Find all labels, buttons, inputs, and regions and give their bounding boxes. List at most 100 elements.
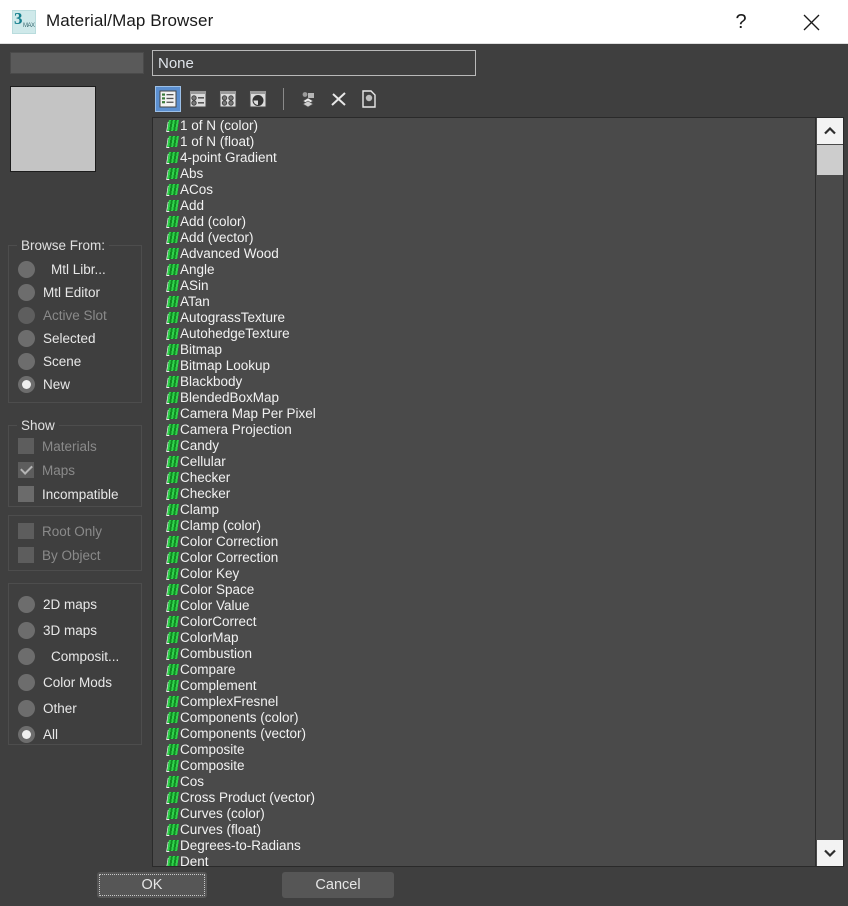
list-item[interactable]: 4-point Gradient xyxy=(153,150,815,166)
list-item[interactable]: Components (color) xyxy=(153,710,815,726)
list-item[interactable]: ACos xyxy=(153,182,815,198)
update-scene-materials-icon[interactable] xyxy=(296,86,322,112)
map-swatch-icon xyxy=(166,424,179,436)
ok-button[interactable]: OK xyxy=(97,872,207,898)
small-icons-view-icon[interactable] xyxy=(215,86,241,112)
list-item-label: Clamp xyxy=(180,502,220,517)
radio-color-mods[interactable]: Color Mods xyxy=(18,671,112,693)
large-icons-view-icon[interactable] xyxy=(245,86,271,112)
list-item[interactable]: Angle xyxy=(153,262,815,278)
list-item[interactable]: Degrees-to-Radians xyxy=(153,838,815,854)
list-item[interactable]: Checker xyxy=(153,470,815,486)
list-item[interactable]: Combustion xyxy=(153,646,815,662)
radio-mtl-editor[interactable]: Mtl Editor xyxy=(18,281,100,303)
list-item[interactable]: Cross Product (vector) xyxy=(153,790,815,806)
list-item[interactable]: Composite xyxy=(153,758,815,774)
list-item[interactable]: Complement xyxy=(153,678,815,694)
list-item[interactable]: Curves (float) xyxy=(153,822,815,838)
filter-input[interactable] xyxy=(10,52,144,74)
option-label: Other xyxy=(43,700,77,716)
checkbox-incompatible[interactable]: Incompatible xyxy=(18,483,119,505)
map-swatch-icon xyxy=(166,152,179,164)
list-item[interactable]: Add xyxy=(153,198,815,214)
list-item[interactable]: Dent xyxy=(153,854,815,866)
list-item[interactable]: Cellular xyxy=(153,454,815,470)
list-item[interactable]: Abs xyxy=(153,166,815,182)
list-item[interactable]: Blackbody xyxy=(153,374,815,390)
option-label: Selected xyxy=(43,330,96,346)
list-item[interactable]: Checker xyxy=(153,486,815,502)
list-item[interactable]: Components (vector) xyxy=(153,726,815,742)
list-item[interactable]: Compare xyxy=(153,662,815,678)
scroll-up-button[interactable] xyxy=(817,118,843,144)
radio-other[interactable]: Other xyxy=(18,697,77,719)
list-item[interactable]: Candy xyxy=(153,438,815,454)
list-item[interactable]: ColorMap xyxy=(153,630,815,646)
list-item[interactable]: AutograssTexture xyxy=(153,310,815,326)
help-button[interactable]: ? xyxy=(718,0,764,44)
vertical-scrollbar[interactable] xyxy=(815,118,843,866)
radio-mtl-library[interactable]: Mtl Libr... xyxy=(18,258,106,280)
list-item[interactable]: Clamp xyxy=(153,502,815,518)
map-swatch-icon xyxy=(166,296,179,308)
map-swatch-icon xyxy=(166,584,179,596)
material-preview-swatch[interactable] xyxy=(10,86,96,172)
list-item-label: Color Correction xyxy=(180,550,279,565)
list-item[interactable]: Composite xyxy=(153,742,815,758)
option-label: All xyxy=(43,726,59,742)
checkbox-maps: Maps xyxy=(18,459,75,481)
radio-indicator xyxy=(18,595,35,613)
list-item[interactable]: Color Correction xyxy=(153,534,815,550)
map-swatch-icon xyxy=(166,184,179,196)
list-item[interactable]: Cos xyxy=(153,774,815,790)
list-item[interactable]: BlendedBoxMap xyxy=(153,390,815,406)
list-item[interactable]: Color Correction xyxy=(153,550,815,566)
list-item[interactable]: Bitmap xyxy=(153,342,815,358)
list-item[interactable]: ASin xyxy=(153,278,815,294)
show-group: Show Materials Maps Incompatible xyxy=(8,418,142,507)
list-with-icons-view-icon[interactable] xyxy=(185,86,211,112)
list-item[interactable]: Add (vector) xyxy=(153,230,815,246)
list-item[interactable]: Color Space xyxy=(153,582,815,598)
radio-indicator xyxy=(18,283,35,301)
map-swatch-icon xyxy=(166,264,179,276)
option-label: Materials xyxy=(42,438,97,454)
map-list[interactable]: 1 of N (color) 1 of N (float) 4-point Grad… xyxy=(153,118,815,866)
radio-2d-maps[interactable]: 2D maps xyxy=(18,593,97,615)
list-item[interactable]: 1 of N (color) xyxy=(153,118,815,134)
list-item[interactable]: Color Key xyxy=(153,566,815,582)
list-item[interactable]: ComplexFresnel xyxy=(153,694,815,710)
list-item[interactable]: ATan xyxy=(153,294,815,310)
list-item-label: Compare xyxy=(180,662,236,677)
list-item-label: Cross Product (vector) xyxy=(180,790,316,805)
radio-compositors[interactable]: Composit... xyxy=(18,645,119,667)
checkbox-materials: Materials xyxy=(18,435,97,457)
scrollbar-thumb[interactable] xyxy=(817,145,843,175)
close-button[interactable] xyxy=(788,0,834,44)
list-item-label: Add (vector) xyxy=(180,230,254,245)
map-swatch-icon xyxy=(166,648,179,660)
radio-scene[interactable]: Scene xyxy=(18,350,81,372)
list-item[interactable]: AutohedgeTexture xyxy=(153,326,815,342)
list-item[interactable]: ColorCorrect xyxy=(153,614,815,630)
list-item[interactable]: Camera Map Per Pixel xyxy=(153,406,815,422)
new-material-library-icon[interactable] xyxy=(356,86,382,112)
list-item[interactable]: Add (color) xyxy=(153,214,815,230)
list-item[interactable]: Bitmap Lookup xyxy=(153,358,815,374)
cancel-button[interactable]: Cancel xyxy=(282,872,394,898)
list-item[interactable]: Clamp (color) xyxy=(153,518,815,534)
radio-new[interactable]: New xyxy=(18,373,70,395)
material-name-input[interactable] xyxy=(152,50,476,76)
radio-selected[interactable]: Selected xyxy=(18,327,96,349)
list-item[interactable]: Color Value xyxy=(153,598,815,614)
list-item[interactable]: Curves (color) xyxy=(153,806,815,822)
list-item[interactable]: 1 of N (float) xyxy=(153,134,815,150)
radio-3d-maps[interactable]: 3D maps xyxy=(18,619,97,641)
list-item[interactable]: Camera Projection xyxy=(153,422,815,438)
list-item[interactable]: Advanced Wood xyxy=(153,246,815,262)
list-view-icon[interactable] xyxy=(155,86,181,112)
list-item-label: Camera Map Per Pixel xyxy=(180,406,316,421)
clear-material-library-icon[interactable] xyxy=(326,86,352,112)
radio-all[interactable]: All xyxy=(18,723,58,745)
scroll-down-button[interactable] xyxy=(817,840,843,866)
